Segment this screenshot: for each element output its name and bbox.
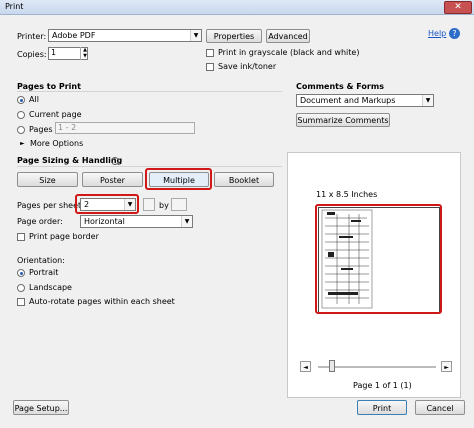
landscape-label: Landscape <box>29 283 72 292</box>
copies-value: 1 <box>51 48 57 57</box>
highlight-marker <box>315 204 442 314</box>
tab-size[interactable]: Size <box>17 172 78 187</box>
previous-page-button[interactable]: ◄ <box>300 361 311 372</box>
portrait-radio[interactable] <box>17 269 25 277</box>
highlight-marker <box>75 194 139 214</box>
page-order-select[interactable]: Horizontal ▼ <box>80 215 193 228</box>
page-sizing-title: Page Sizing & Handling <box>17 156 123 165</box>
copies-stepper[interactable]: ▲ ▼ <box>80 47 89 60</box>
pages-radio[interactable] <box>17 126 25 134</box>
page-slider-track[interactable] <box>318 366 436 368</box>
print-border-checkbox[interactable] <box>17 233 25 241</box>
comments-select[interactable]: Document and Markups ▼ <box>296 94 434 107</box>
save-ink-checkbox[interactable] <box>206 63 214 71</box>
tab-poster[interactable]: Poster <box>82 172 143 187</box>
print-border-label: Print page border <box>29 232 99 241</box>
highlight-marker <box>145 168 212 190</box>
advanced-button[interactable]: Advanced <box>266 29 310 43</box>
page-order-label: Page order: <box>17 217 63 226</box>
print-button[interactable]: Print <box>357 400 407 415</box>
page-setup-button[interactable]: Page Setup... <box>13 400 69 415</box>
save-ink-label: Save ink/toner <box>218 62 277 71</box>
pages-range-field[interactable]: 1 - 2 <box>55 122 195 134</box>
expand-arrow-icon[interactable]: ► <box>20 140 25 147</box>
cancel-button[interactable]: Cancel <box>415 400 465 415</box>
page-info: Page 1 of 1 (1) <box>353 381 412 390</box>
all-radio[interactable] <box>17 96 25 104</box>
page-order-value: Horizontal <box>84 217 125 226</box>
landscape-radio[interactable] <box>17 284 25 292</box>
pages-label: Pages <box>29 125 53 134</box>
current-page-label: Current page <box>29 110 82 119</box>
auto-rotate-label: Auto-rotate pages within each sheet <box>29 297 175 306</box>
divider <box>17 166 282 167</box>
window-title: Print <box>5 2 24 11</box>
more-options-link[interactable]: More Options <box>30 139 83 148</box>
properties-button[interactable]: Properties <box>206 29 262 43</box>
help-icon[interactable]: ? <box>449 28 460 39</box>
chevron-down-icon: ▼ <box>422 95 433 106</box>
title-bar: Print ✕ <box>0 0 474 15</box>
grayscale-label: Print in grayscale (black and white) <box>218 48 360 57</box>
portrait-label: Portrait <box>29 268 59 277</box>
all-label: All <box>29 95 39 104</box>
columns-field[interactable] <box>143 198 155 211</box>
auto-rotate-checkbox[interactable] <box>17 298 25 306</box>
printer-select[interactable]: Adobe PDF ▼ <box>48 29 202 42</box>
pages-range-value: 1 - 2 <box>58 123 77 132</box>
comments-value: Document and Markups <box>300 96 396 105</box>
summarize-comments-button[interactable]: Summarize Comments <box>296 113 390 127</box>
printer-value: Adobe PDF <box>52 31 96 40</box>
info-icon[interactable]: i <box>111 157 119 165</box>
printer-label: Printer: <box>17 32 47 41</box>
divider <box>17 91 282 92</box>
help-link[interactable]: Help <box>428 29 446 38</box>
comments-forms-title: Comments & Forms <box>296 82 384 91</box>
page-slider-handle[interactable] <box>329 360 335 372</box>
by-label: by <box>159 201 169 210</box>
rows-field[interactable] <box>171 198 187 211</box>
grayscale-checkbox[interactable] <box>206 49 214 57</box>
close-button[interactable]: ✕ <box>444 1 472 14</box>
current-page-radio[interactable] <box>17 111 25 119</box>
chevron-down-icon: ▼ <box>181 216 192 227</box>
next-page-button[interactable]: ► <box>441 361 452 372</box>
chevron-down-icon: ▼ <box>190 30 201 41</box>
pages-to-print-title: Pages to Print <box>17 82 81 91</box>
tab-booklet[interactable]: Booklet <box>214 172 274 187</box>
copies-label: Copies: <box>17 50 47 59</box>
pages-per-sheet-label: Pages per sheet: <box>17 201 84 210</box>
preview-size-label: 11 x 8.5 Inches <box>316 190 378 199</box>
orientation-title: Orientation: <box>17 256 65 265</box>
